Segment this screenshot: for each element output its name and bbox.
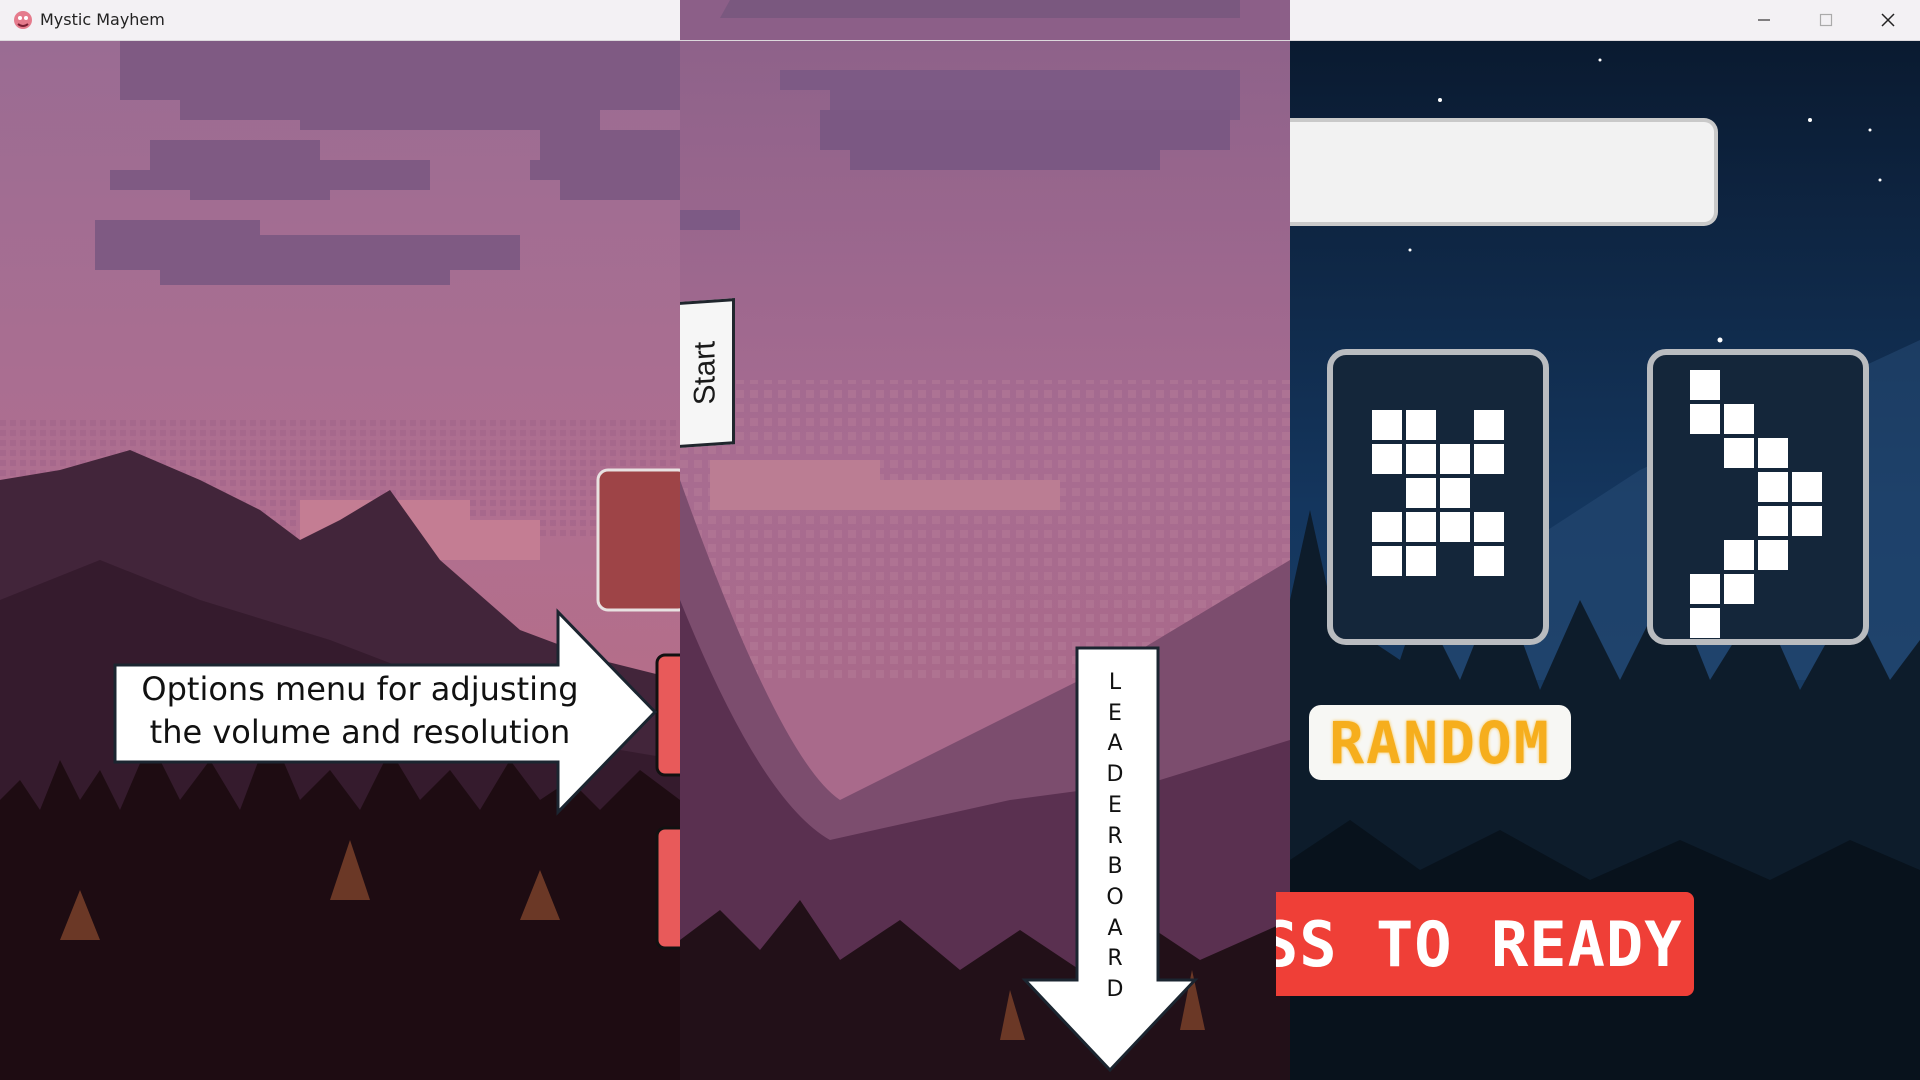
start-label: Start (689, 340, 723, 406)
window-title: Mystic Mayhem (40, 10, 165, 29)
minimize-icon (1758, 19, 1770, 21)
random-button[interactable]: RANDOM (1309, 705, 1571, 780)
character-card-left[interactable] (1327, 349, 1549, 645)
app-icon (12, 9, 34, 31)
leaderboard-arrow (1021, 646, 1199, 1073)
close-button[interactable] (1858, 0, 1918, 40)
player-name-input[interactable] (1290, 118, 1718, 226)
leaderboard-screen (680, 40, 1290, 1080)
minimize-button[interactable] (1734, 0, 1794, 40)
maximize-button[interactable] (1796, 0, 1856, 40)
maximize-icon (1819, 13, 1833, 27)
options-menu-screen (0, 40, 680, 1080)
start-button[interactable]: Start (680, 298, 735, 448)
callout-arrow (113, 608, 658, 816)
leaderboard-label[interactable]: L E A D E R B O A R D (1100, 668, 1130, 1006)
middle-panel-top-strip (680, 0, 1290, 40)
options-annotation: Options menu for adjusting the volume an… (141, 670, 579, 751)
close-icon (1881, 13, 1895, 27)
ready-button[interactable]: PRESS TO READY (1276, 892, 1694, 996)
character-card-right[interactable] (1647, 349, 1869, 645)
